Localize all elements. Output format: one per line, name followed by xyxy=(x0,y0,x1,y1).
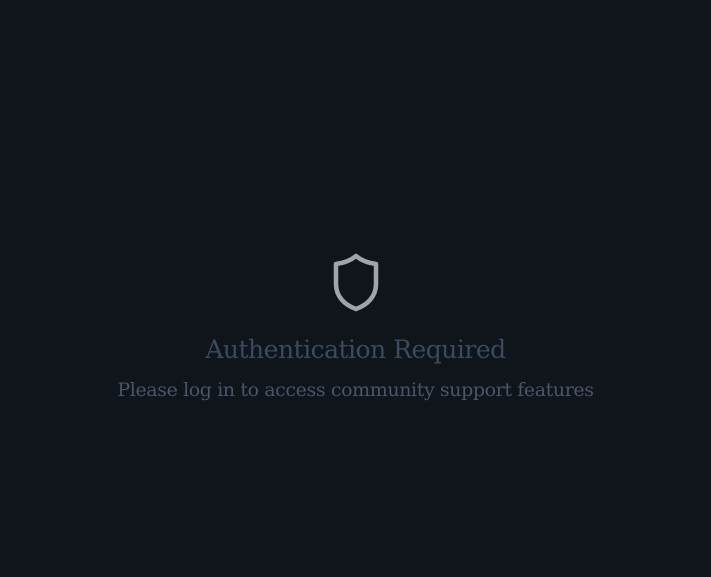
auth-required-screen: Authentication Required Please log in to… xyxy=(0,0,711,577)
auth-message: Please log in to access community suppor… xyxy=(117,379,594,401)
auth-title: Authentication Required xyxy=(205,335,506,364)
shield-icon xyxy=(330,252,382,314)
auth-required-panel: Authentication Required Please log in to… xyxy=(0,252,711,403)
